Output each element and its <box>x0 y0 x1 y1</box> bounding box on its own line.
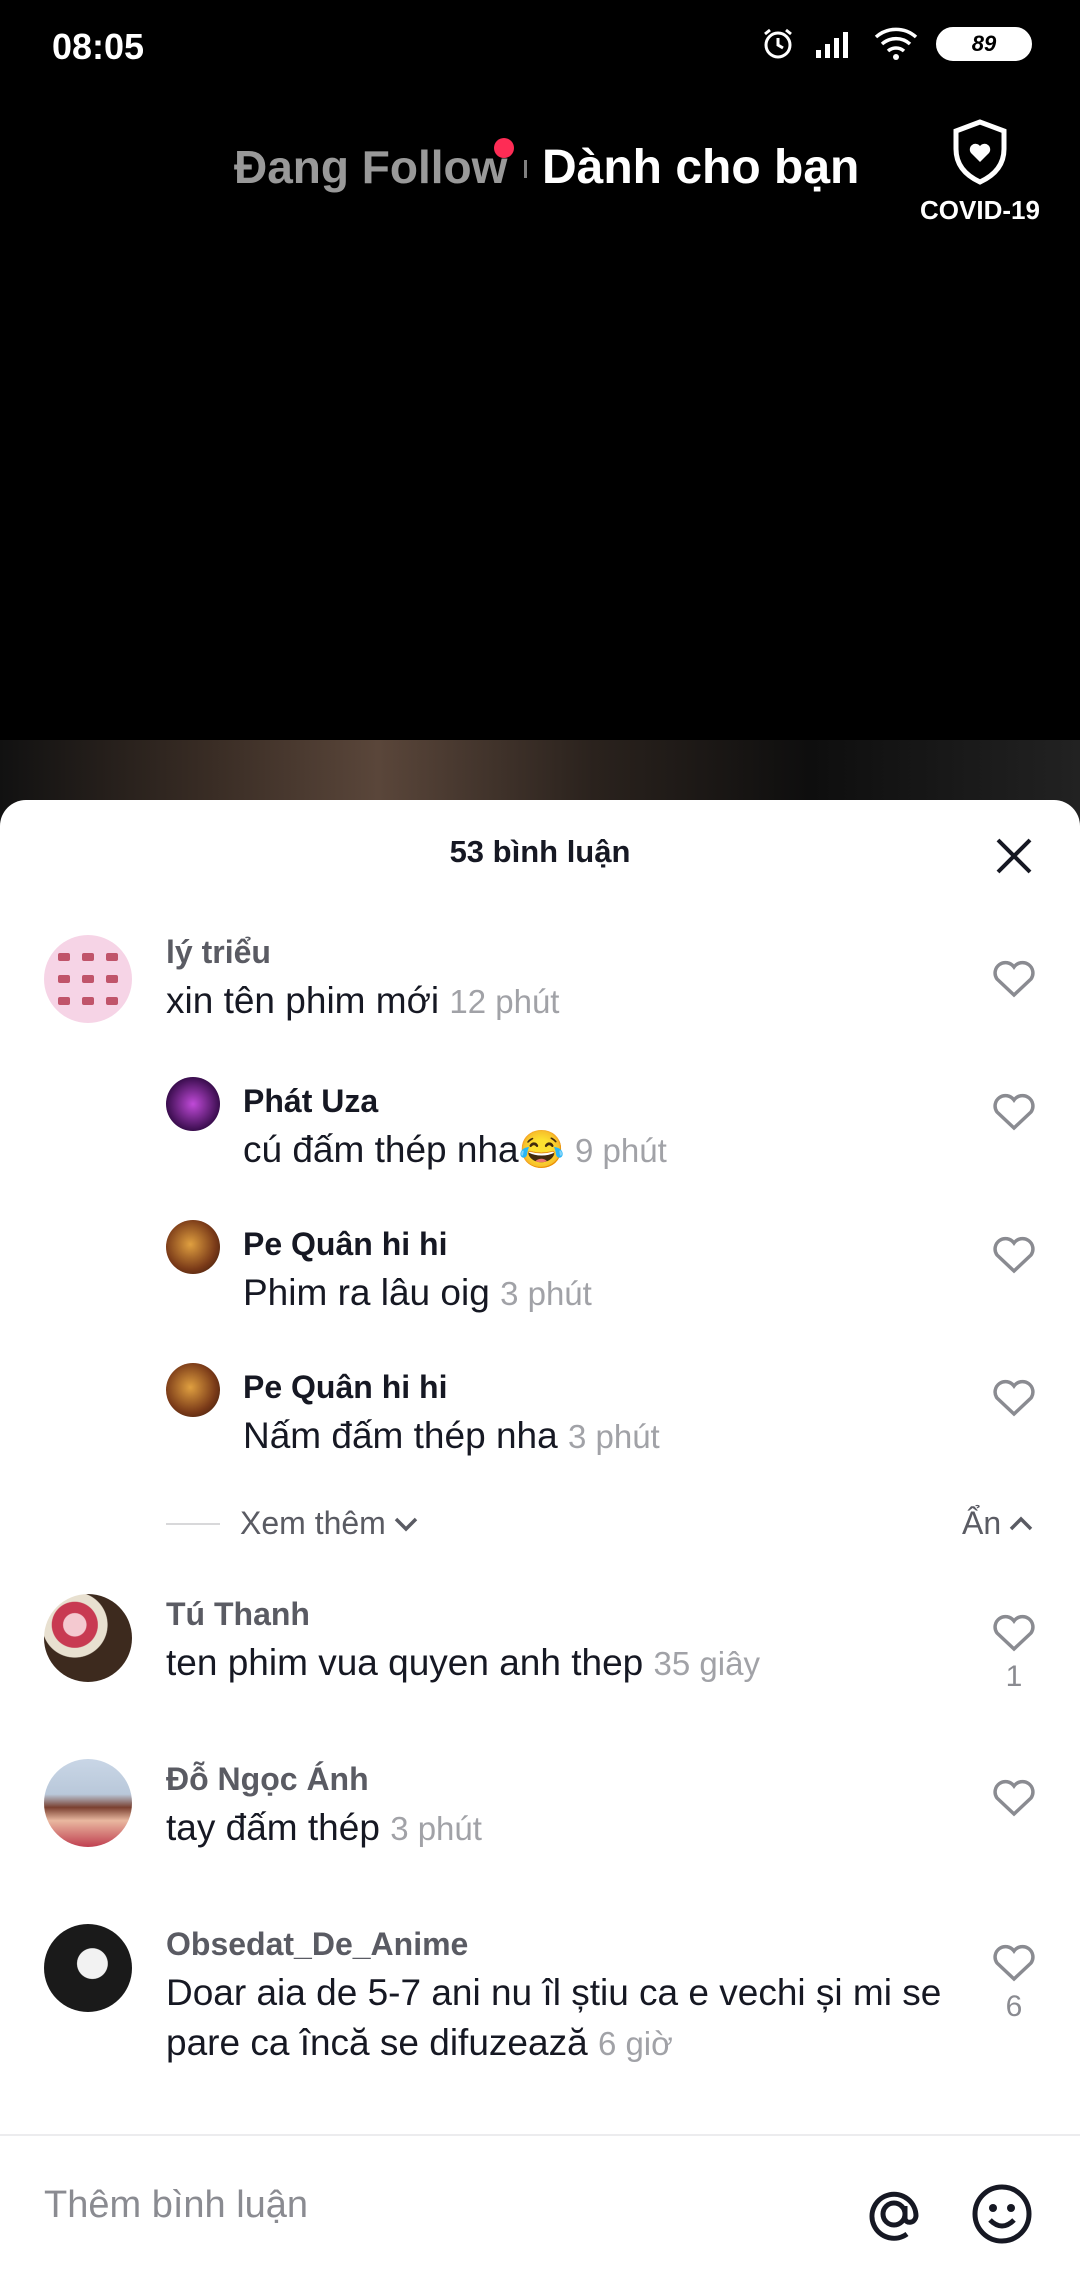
comment-body: xin tên phim mới <box>166 980 440 1021</box>
signal-icon <box>816 32 848 58</box>
comment-item: Đỗ Ngọc Ánh tay đấm thép 3 phút <box>0 1759 1080 1899</box>
comment-text: xin tên phim mới 12 phút <box>166 976 966 1027</box>
status-bar: 08:05 89 <box>0 0 1080 96</box>
hide-label: Ẩn <box>962 1505 1002 1541</box>
comment-input[interactable]: Thêm bình luận <box>44 2184 308 2227</box>
comment-input-bar: Thêm bình luận <box>0 2134 1080 2282</box>
heart-icon[interactable] <box>990 1938 1038 1986</box>
reply-username[interactable]: Phát Uza <box>243 1083 378 1120</box>
reply-time: 9 phút <box>575 1132 667 1169</box>
comment-item: Tú Thanh ten phim vua quyen anh thep 35 … <box>0 1594 1080 1734</box>
comment-time: 3 phút <box>390 1810 482 1847</box>
avatar[interactable] <box>44 1594 132 1682</box>
heart-icon[interactable] <box>990 1773 1038 1821</box>
comment-text: tay đấm thép 3 phút <box>166 1803 966 1854</box>
comment-item: Obsedat_De_Anime Doar aia de 5-7 ani nu … <box>0 1924 1080 2124</box>
heart-icon[interactable] <box>990 1087 1038 1135</box>
reply-body: Phim ra lâu oig <box>243 1272 490 1313</box>
comment-username[interactable]: lý triểu <box>166 934 271 971</box>
comment-username[interactable]: Đỗ Ngọc Ánh <box>166 1761 369 1798</box>
wifi-icon <box>874 27 918 60</box>
heart-icon[interactable] <box>990 1373 1038 1421</box>
reply-username[interactable]: Pe Quân hi hi <box>243 1369 447 1406</box>
alarm-icon <box>764 28 792 59</box>
reply-text: Phim ra lâu oig 3 phút <box>243 1268 963 1319</box>
comment-item: lý triểu xin tên phim mới 12 phút <box>0 930 1080 1060</box>
view-more-replies[interactable]: Xem thêm <box>166 1505 422 1542</box>
tab-for-you[interactable]: Dành cho bạn <box>542 140 859 195</box>
like-count: 6 <box>1005 1990 1023 2023</box>
divider <box>166 1522 220 1525</box>
chevron-up-icon <box>1009 1516 1033 1530</box>
reply-body: Nấm đấm thép nha <box>243 1415 558 1456</box>
comment-text: Doar aia de 5-7 ani nu îl știu ca e vech… <box>166 1968 946 2069</box>
comment-body: Doar aia de 5-7 ani nu îl știu ca e vech… <box>166 1972 942 2063</box>
covid-button[interactable]: COVID-19 <box>912 118 1048 226</box>
comment-time: 35 giây <box>653 1645 760 1682</box>
avatar[interactable] <box>166 1220 220 1274</box>
reply-item: Phát Uza cú đấm thép nha😂 9 phút <box>0 1075 1080 1195</box>
covid-label: COVID-19 <box>920 195 1040 225</box>
hide-replies[interactable]: Ẩn <box>962 1505 1037 1542</box>
reply-username[interactable]: Pe Quân hi hi <box>243 1226 447 1263</box>
tab-separator <box>524 160 527 178</box>
shield-heart-icon <box>953 119 1007 185</box>
heart-icon[interactable] <box>990 1608 1038 1656</box>
like-count: 1 <box>1005 1660 1023 1693</box>
reply-time: 3 phút <box>567 1418 660 1455</box>
avatar[interactable] <box>44 1924 132 2012</box>
comment-count-title: 53 bình luận <box>449 834 631 869</box>
tab-following[interactable]: Đang Follow <box>234 140 507 194</box>
close-icon[interactable] <box>990 832 1038 880</box>
heart-icon[interactable] <box>990 954 1038 1002</box>
view-more-label: Xem thêm <box>240 1505 386 1541</box>
comment-username[interactable]: Tú Thanh <box>166 1596 310 1633</box>
emoji-icon[interactable] <box>970 2182 1034 2246</box>
heart-icon[interactable] <box>990 1230 1038 1278</box>
comment-body: tay đấm thép <box>166 1807 380 1848</box>
reply-item: Pe Quân hi hi Phim ra lâu oig 3 phút <box>0 1218 1080 1338</box>
reply-text: cú đấm thép nha😂 9 phút <box>243 1125 963 1176</box>
chevron-down-icon <box>394 1517 418 1531</box>
avatar[interactable] <box>166 1363 220 1417</box>
comment-time: 6 giờ <box>597 2025 673 2062</box>
comment-username[interactable]: Obsedat_De_Anime <box>166 1926 468 1963</box>
avatar[interactable] <box>44 1759 132 1847</box>
notification-dot <box>494 138 514 158</box>
comment-body: ten phim vua quyen anh thep <box>166 1642 644 1683</box>
reply-time: 3 phút <box>500 1275 592 1312</box>
comment-text: ten phim vua quyen anh thep 35 giây <box>166 1638 966 1689</box>
avatar[interactable] <box>166 1077 220 1131</box>
reply-item: Pe Quân hi hi Nấm đấm thép nha 3 phút <box>0 1361 1080 1481</box>
comment-time: 12 phút <box>449 983 560 1020</box>
status-time: 08:05 <box>52 26 145 67</box>
avatar[interactable] <box>44 935 132 1023</box>
battery-indicator: 89 <box>936 27 1032 61</box>
reply-text: Nấm đấm thép nha 3 phút <box>243 1411 963 1462</box>
mention-icon[interactable] <box>862 2182 926 2246</box>
reply-body: cú đấm thép nha😂 <box>243 1129 565 1170</box>
status-icons: 89 <box>760 26 1032 62</box>
